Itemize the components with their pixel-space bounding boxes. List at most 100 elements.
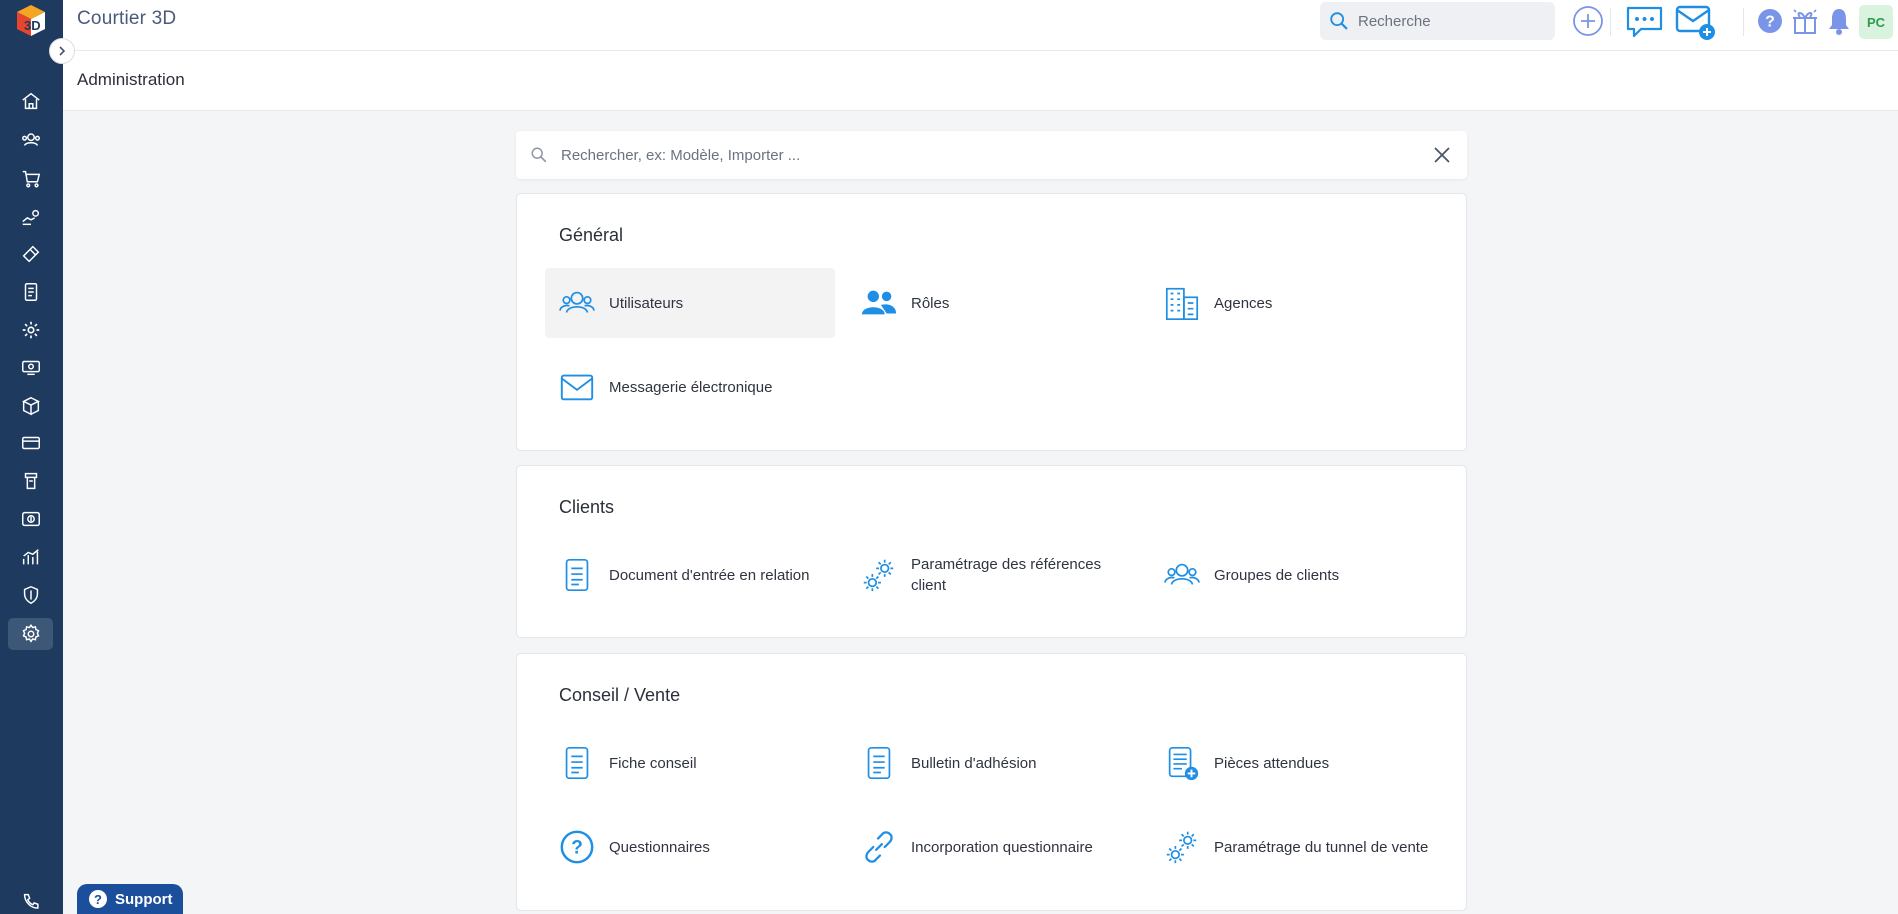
email-add-icon (1675, 5, 1715, 40)
tile-groupes-clients[interactable]: Groupes de clients (1150, 540, 1440, 610)
news-button[interactable] (1790, 6, 1820, 36)
sidebar-expand-button[interactable] (49, 38, 75, 64)
money-icon (21, 360, 40, 376)
chat-button[interactable] (1625, 4, 1665, 40)
users-group-icon (1162, 555, 1202, 595)
tile-label: Paramétrage des références client (911, 556, 1102, 594)
tile-label: Questionnaires (609, 838, 710, 856)
document-icon (557, 743, 597, 783)
shield-icon (23, 585, 38, 605)
page-header: Administration (63, 51, 1898, 111)
ticket-icon (22, 245, 39, 263)
tile-label: Incorporation questionnaire (911, 838, 1093, 856)
home-icon (21, 92, 40, 110)
tile-label: Rôles (911, 294, 950, 312)
sidebar-item-finance[interactable] (8, 503, 53, 535)
support-label: Support (115, 890, 173, 908)
svg-text:?: ? (1765, 14, 1775, 31)
tile-label: Bulletin d'adhésion (911, 754, 1037, 772)
plus-circle-icon (1573, 6, 1603, 36)
support-button[interactable]: ? Support (77, 884, 183, 914)
cart-icon (22, 170, 40, 188)
tile-messagerie[interactable]: Messagerie électronique (545, 352, 835, 422)
section-title: Clients (559, 497, 615, 517)
app-logo[interactable]: 3D (12, 2, 50, 40)
section-clients: Clients Document d'entrée en relation Pa… (516, 465, 1467, 638)
admin-search-bar (516, 131, 1467, 179)
sidebar: 3D (0, 0, 63, 914)
sidebar-item-payments[interactable] (8, 427, 53, 459)
document-icon (859, 743, 899, 783)
bell-icon (1829, 9, 1849, 35)
tile-label: Utilisateurs (609, 294, 684, 312)
tile-utilisateurs[interactable]: Utilisateurs (545, 268, 835, 338)
tile-roles[interactable]: Rôles (847, 268, 1137, 338)
help-circle-icon: ? (89, 890, 107, 908)
credit-card-icon (21, 436, 40, 450)
sidebar-item-tickets[interactable] (8, 238, 53, 270)
tile-parametrage-tunnel-vente[interactable]: Paramétrage du tunnel de vente (1150, 812, 1440, 882)
sidebar-item-cart[interactable] (8, 163, 53, 195)
gift-icon (1793, 9, 1817, 34)
tile-questionnaires[interactable]: ? Questionnaires (545, 812, 835, 882)
sidebar-item-sales[interactable] (8, 201, 53, 233)
settings-icon (22, 624, 39, 643)
tile-label: Agences (1214, 294, 1273, 312)
tile-label: Messagerie électronique (609, 378, 773, 396)
box-icon (21, 396, 40, 416)
section-title: Conseil / Vente (559, 685, 681, 705)
global-search-placeholder: Recherche (1358, 12, 1431, 30)
notifications-button[interactable] (1825, 6, 1853, 36)
tile-document-entree-relation[interactable]: Document d'entrée en relation (545, 540, 835, 610)
tile-incorporation-questionnaire[interactable]: Incorporation questionnaire (847, 812, 1137, 882)
gear-icon (22, 321, 39, 339)
chevron-right-icon (59, 46, 66, 56)
finance-icon (21, 511, 40, 527)
tile-label: Document d'entrée en relation (609, 566, 810, 584)
help-button[interactable]: ? (1757, 8, 1783, 34)
hand-gear-icon (21, 209, 39, 226)
tile-bulletin-adhesion[interactable]: Bulletin d'adhésion (847, 728, 1137, 798)
chart-icon (22, 549, 39, 565)
section-general: Général Utilisateurs Rôles Agences Messa… (516, 193, 1467, 451)
clear-search-icon[interactable] (1431, 144, 1453, 166)
chat-icon (1626, 6, 1663, 38)
claim-icon (24, 472, 37, 490)
roles-icon (859, 283, 899, 323)
sidebar-item-home[interactable] (8, 85, 53, 117)
svg-text:3D: 3D (24, 18, 41, 33)
sidebar-item-claims[interactable] (8, 465, 53, 497)
tile-label: Pièces attendues (1214, 754, 1330, 772)
sidebar-item-security[interactable] (8, 579, 53, 611)
users-icon (21, 133, 40, 146)
section-conseil-vente: Conseil / Vente Fiche conseil Bulletin d… (516, 653, 1467, 911)
sidebar-item-stats[interactable] (8, 541, 53, 573)
sidebar-item-phone[interactable] (8, 886, 53, 914)
sidebar-item-settings-gear[interactable] (8, 314, 53, 346)
sidebar-item-administration[interactable] (8, 618, 53, 650)
page-title: Administration (77, 70, 185, 89)
global-search[interactable]: Recherche (1320, 2, 1555, 40)
tile-fiche-conseil[interactable]: Fiche conseil (545, 728, 835, 798)
gears-icon (1162, 827, 1202, 867)
envelope-icon (557, 367, 597, 407)
search-icon (531, 147, 547, 163)
tile-parametrage-references-client[interactable]: Paramétrage des références client (847, 540, 1137, 610)
tile-label: Fiche conseil (609, 754, 697, 772)
top-bar: Courtier 3D Recherche ? PC (63, 0, 1898, 51)
user-avatar[interactable]: PC (1859, 5, 1893, 39)
tile-agences[interactable]: Agences (1150, 268, 1440, 338)
admin-search-input[interactable] (561, 141, 1401, 169)
sidebar-item-commissions[interactable] (8, 351, 53, 383)
sidebar-item-products[interactable] (8, 390, 53, 422)
document-icon (557, 555, 597, 595)
tile-label: Paramétrage du tunnel de vente (1214, 838, 1429, 856)
gears-icon (859, 555, 899, 595)
new-email-button[interactable] (1674, 3, 1718, 43)
sidebar-item-clients[interactable] (8, 124, 53, 156)
document-add-icon (1162, 743, 1202, 783)
sidebar-item-contracts[interactable] (8, 276, 53, 308)
add-button[interactable] (1572, 5, 1604, 37)
tile-pieces-attendues[interactable]: Pièces attendues (1150, 728, 1440, 798)
app-title: Courtier 3D (77, 8, 177, 29)
